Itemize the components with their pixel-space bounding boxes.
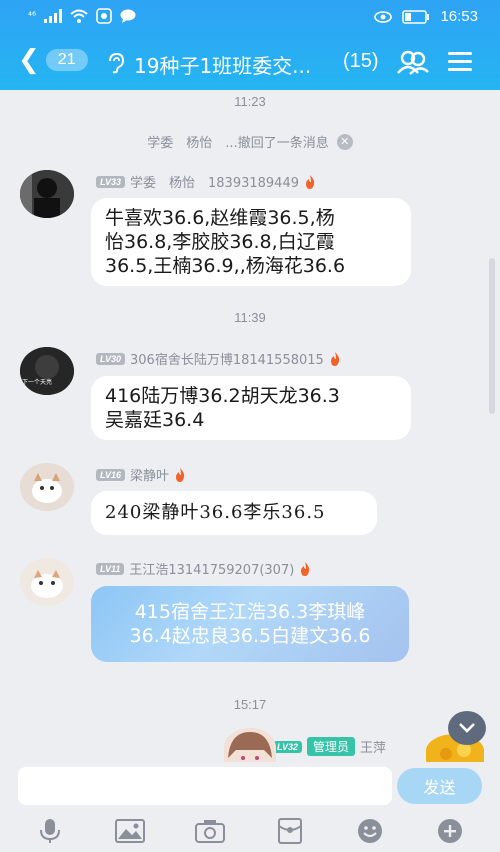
message-line: 240梁静叶36.6李乐36.5 bbox=[105, 502, 326, 523]
message-line: 36.5,王楠36.9,,杨海花36.6 bbox=[105, 255, 346, 277]
message-input[interactable] bbox=[18, 767, 392, 805]
message-bubble[interactable]: 牛喜欢36.6,赵维霞36.5,杨 怡36.8,李胶胶36.8,白辽霞 36.5… bbox=[91, 198, 411, 286]
level-badge: LV11 bbox=[96, 562, 125, 575]
recall-notice: 学委 杨怡 ...撤回了一条消息 ✕ bbox=[0, 132, 500, 151]
avatar[interactable] bbox=[20, 463, 74, 511]
avatar[interactable] bbox=[20, 558, 74, 606]
message-bubble[interactable]: 415宿舍王江浩36.3李琪峰 36.4赵忠良36.5白建文36.6 bbox=[91, 586, 409, 662]
message-bubble[interactable]: 416陆万博36.2胡天龙36.3 吴嘉廷36.4 bbox=[91, 376, 411, 440]
avatar-image bbox=[20, 463, 74, 511]
message-line: 牛喜欢36.6,赵维霞36.5,杨 bbox=[105, 207, 335, 229]
fire-icon bbox=[306, 174, 315, 189]
sender-info: LV30 306宿舍长陆万博18141558015 bbox=[96, 349, 341, 368]
avatar-image bbox=[20, 558, 74, 606]
status-bar: ⁴⁶ 16:53 bbox=[0, 0, 500, 34]
toolbar bbox=[0, 810, 500, 852]
red-packet-icon bbox=[278, 818, 302, 844]
avatar-image bbox=[20, 347, 74, 395]
battery-icon bbox=[402, 9, 430, 24]
emoji-button[interactable] bbox=[354, 817, 386, 845]
title-bar: ❮ 21 19种子1班班委交... (15) bbox=[0, 38, 500, 86]
avatar[interactable]: 下一个天亮 bbox=[20, 347, 74, 395]
red-packet-button[interactable] bbox=[274, 817, 306, 845]
chat-title: 19种子1班班委交... bbox=[134, 54, 312, 78]
close-icon[interactable]: ✕ bbox=[336, 133, 353, 150]
level-badge: LV32 bbox=[273, 740, 303, 753]
message-line: 吴嘉廷36.4 bbox=[105, 409, 205, 431]
sender-name[interactable]: 梁静叶 bbox=[130, 465, 169, 484]
message-bubble[interactable]: 240梁静叶36.6李乐36.5 bbox=[91, 491, 377, 535]
shield-icon bbox=[96, 8, 112, 24]
group-members-icon[interactable] bbox=[396, 48, 430, 76]
input-bar: 发送 bbox=[0, 762, 500, 810]
timestamp: 15:17 bbox=[233, 697, 267, 712]
menu-icon[interactable] bbox=[448, 52, 472, 72]
ear-icon[interactable] bbox=[106, 52, 126, 74]
fire-icon bbox=[330, 351, 339, 366]
unread-count-badge: 21 bbox=[45, 49, 88, 71]
scrollbar[interactable] bbox=[489, 258, 495, 414]
level-badge: LV33 bbox=[96, 175, 126, 188]
plus-icon bbox=[438, 819, 462, 843]
role-badge: 管理员 bbox=[307, 737, 356, 756]
wifi-icon bbox=[70, 9, 88, 23]
eye-icon bbox=[374, 10, 393, 23]
avatar[interactable] bbox=[20, 170, 74, 218]
sender-name[interactable]: 王萍 bbox=[360, 737, 386, 756]
camera-button[interactable] bbox=[194, 817, 226, 845]
message-line: 36.4赵忠良36.5白建文36.6 bbox=[129, 625, 371, 647]
sender-name[interactable]: 王江浩13141759207(307) bbox=[129, 559, 294, 578]
back-button[interactable]: ❮ 21 bbox=[18, 46, 88, 74]
sender-info: LV32 管理员 王萍 bbox=[273, 737, 386, 756]
timestamp: 11:23 bbox=[234, 94, 266, 109]
fire-icon bbox=[301, 561, 310, 576]
signal-icon bbox=[44, 9, 63, 23]
avatar-image bbox=[20, 170, 74, 218]
message-line: 416陆万博36.2胡天龙36.3 bbox=[105, 385, 340, 407]
image-button[interactable] bbox=[114, 817, 146, 845]
more-button[interactable] bbox=[434, 817, 466, 845]
avatar-caption: 下一个天亮 bbox=[22, 379, 53, 386]
sender-info: LV11 王江浩13141759207(307) bbox=[96, 559, 311, 578]
voice-button[interactable] bbox=[34, 817, 66, 845]
recall-text: 学委 杨怡 ...撤回了一条消息 bbox=[147, 136, 329, 151]
sender-name[interactable]: 学委 杨怡 18393189449 bbox=[130, 172, 299, 191]
message-line: 怡36.8,李胶胶36.8,白辽霞 bbox=[105, 231, 335, 253]
timestamp: 11:39 bbox=[234, 310, 266, 325]
fire-icon bbox=[176, 467, 185, 482]
header: ⁴⁶ 16:53 ❮ 21 19种子1班班委交... (15) bbox=[0, 0, 500, 90]
sender-name[interactable]: 306宿舍长陆万博18141558015 bbox=[130, 349, 324, 368]
level-badge: LV16 bbox=[96, 468, 126, 481]
microphone-icon bbox=[40, 819, 60, 843]
send-button[interactable]: 发送 bbox=[397, 768, 482, 804]
sender-info: LV16 梁静叶 bbox=[96, 465, 186, 484]
emoji-icon bbox=[358, 819, 382, 843]
level-badge: LV30 bbox=[96, 352, 126, 365]
image-icon bbox=[115, 819, 145, 843]
clock: 16:53 bbox=[440, 8, 478, 25]
scroll-to-bottom-button[interactable] bbox=[448, 711, 486, 745]
message-line: 415宿舍王江浩36.3李琪峰 bbox=[134, 601, 366, 623]
chevron-down-icon bbox=[459, 723, 475, 733]
signal-indicator: ⁴⁶ bbox=[28, 10, 37, 22]
chat-bubble-icon bbox=[120, 9, 136, 23]
sender-info: LV33 学委 杨怡 18393189449 bbox=[96, 172, 316, 191]
camera-icon bbox=[195, 820, 225, 843]
chevron-left-icon: ❮ bbox=[18, 45, 40, 75]
member-count: (15) bbox=[343, 50, 379, 72]
